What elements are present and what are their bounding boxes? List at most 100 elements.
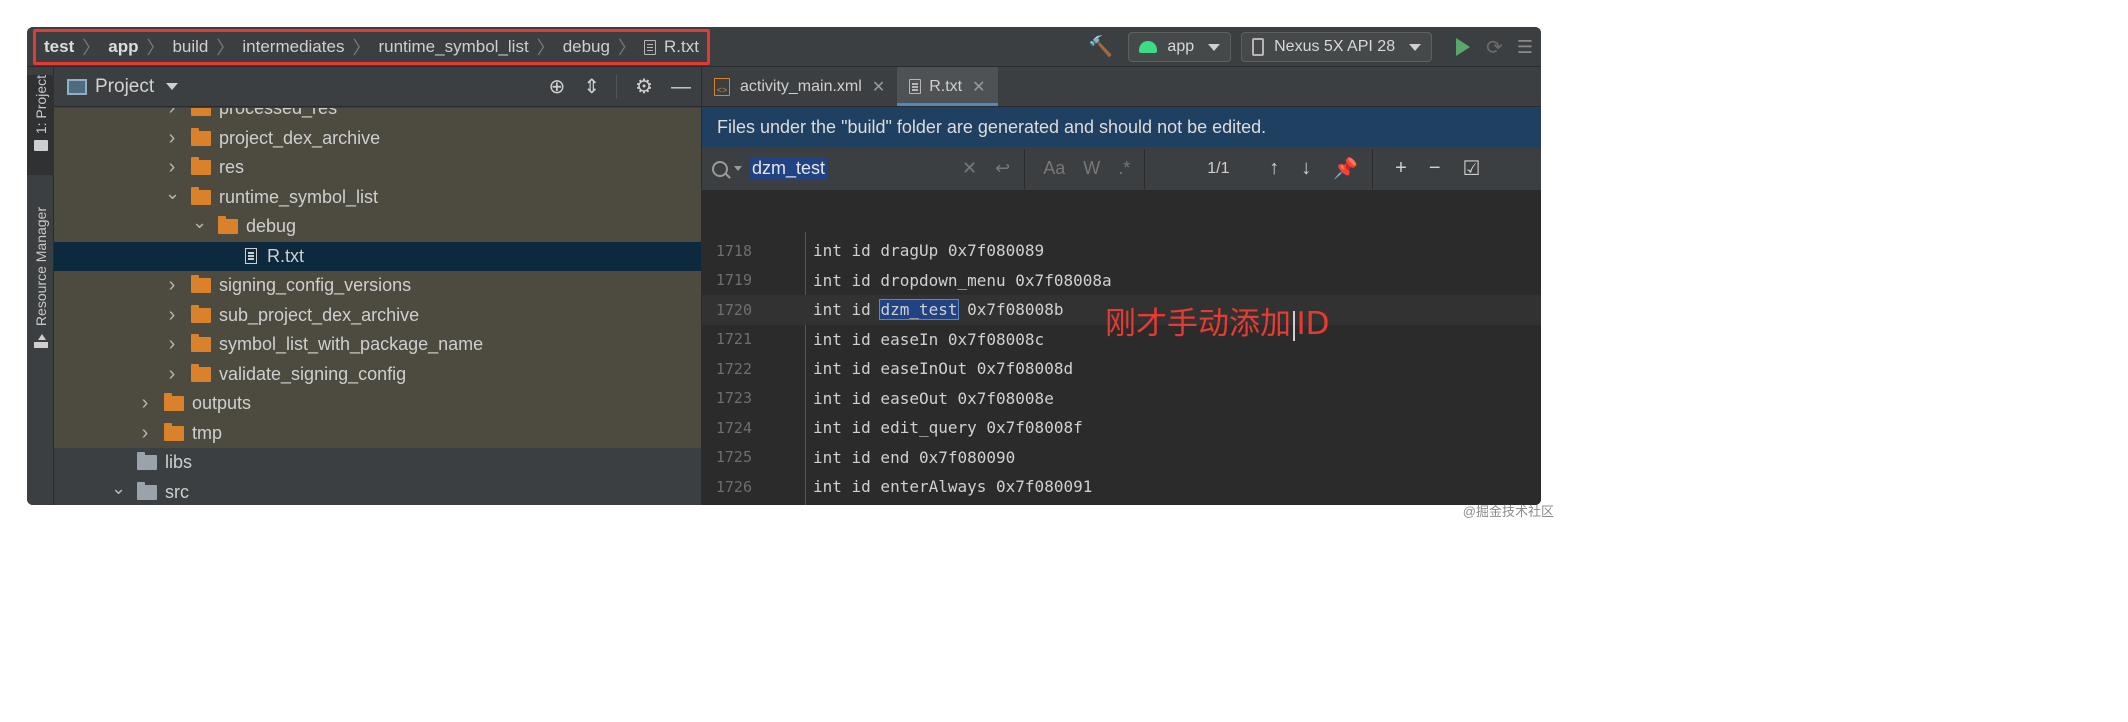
select-all-occurrences-icon[interactable]: ☑ — [1463, 156, 1481, 181]
add-occurrence-icon[interactable]: + — [1395, 157, 1407, 180]
breadcrumb-label: test — [44, 37, 75, 56]
regex-icon[interactable]: .* — [1118, 158, 1130, 179]
folder-icon — [191, 334, 211, 353]
hide-icon[interactable]: — — [671, 77, 691, 97]
breadcrumb-item[interactable]: test — [44, 37, 74, 57]
code-editor[interactable]: 1718 int id dragUp 0x7f080089 1719 int id d… — [702, 232, 1541, 505]
tree-item-label: runtime_symbol_list — [219, 186, 379, 207]
project-panel-title[interactable]: Project — [95, 76, 154, 98]
project-panel-header: Project ⊕ ⇕ ⚙ — — [54, 67, 701, 107]
rerun-icon[interactable]: ⟳ — [1486, 35, 1503, 60]
chevron-down-icon[interactable]: ⌄ — [111, 478, 126, 499]
tree-item[interactable]: › res — [54, 153, 701, 183]
whole-words-icon[interactable]: W — [1083, 158, 1100, 179]
chevron-right-icon[interactable]: › — [165, 333, 179, 356]
code-line[interactable]: 1724 int id edit_query 0x7f08008f — [702, 413, 1541, 443]
breadcrumb-item[interactable]: R.txt — [643, 37, 699, 57]
breadcrumb: test 〉 app 〉 build 〉 intermediates 〉 runtime_sym… — [33, 29, 710, 65]
code-line[interactable]: 1723 int id easeOut 0x7f08008e — [702, 384, 1541, 414]
more-icon[interactable]: ☰ — [1517, 37, 1533, 58]
chevron-down-icon[interactable]: ⌄ — [192, 212, 207, 233]
code-line[interactable]: 1719 int id dropdown_menu 0x7f08008a — [702, 266, 1541, 296]
resource-manager-tab[interactable]: Resource Manager — [27, 207, 54, 407]
banner-text: Files under the "build" folder are gener… — [717, 116, 1267, 137]
chevron-right-icon[interactable]: › — [165, 156, 179, 179]
xml-file-icon: <> — [714, 77, 730, 96]
breadcrumb-item[interactable]: debug — [563, 37, 610, 57]
breadcrumb-label: build — [172, 37, 209, 56]
new-line-icon[interactable]: ↩ — [995, 158, 1010, 179]
code-line[interactable]: 1725 int id end 0x7f080090 — [702, 443, 1541, 473]
arrow-up-icon[interactable]: ↑ — [1269, 157, 1279, 180]
chevron-right-icon[interactable]: › — [138, 422, 152, 445]
match-count: 1/1 — [1207, 159, 1230, 177]
tree-item[interactable]: › sub_project_dex_archive — [54, 301, 701, 331]
tree-item[interactable]: › outputs — [54, 389, 701, 419]
close-icon[interactable]: ✕ — [972, 77, 985, 97]
tree-item-label: tmp — [192, 422, 223, 443]
breadcrumb-item[interactable]: build — [172, 37, 208, 57]
tree-item-label: processed_res — [219, 108, 338, 119]
code-line[interactable]: 1726 int id enterAlways 0x7f080091 — [702, 472, 1541, 502]
tool-window-strip: 1: Project Resource Manager — [27, 67, 54, 505]
chevron-down-icon[interactable] — [734, 166, 742, 171]
code-line[interactable]: 1718 int id dragUp 0x7f080089 — [702, 236, 1541, 266]
chevron-right-icon[interactable]: › — [165, 127, 179, 150]
code-text: int id easeIn 0x7f08008c — [813, 330, 1044, 349]
generated-files-banner: Files under the "build" folder are gener… — [702, 107, 1541, 147]
tree-item[interactable]: libs — [54, 448, 701, 478]
close-icon[interactable]: ✕ — [872, 77, 885, 97]
breadcrumb-item[interactable]: runtime_symbol_list — [378, 37, 528, 57]
breadcrumb-item[interactable]: intermediates — [242, 37, 344, 57]
clear-search-icon[interactable]: ✕ — [962, 158, 977, 179]
tree-item[interactable]: ⌄ debug — [54, 212, 701, 242]
breadcrumb-item[interactable]: app — [108, 37, 138, 57]
pin-icon[interactable]: 📌 — [1333, 156, 1358, 181]
annotation-text-after: ID — [1296, 306, 1330, 342]
code-line[interactable]: 1727int id enterAlwaysCollapsed 0x7f0800… — [702, 502, 1541, 506]
chevron-right-icon: 〉 — [146, 38, 165, 58]
tree-item[interactable]: › signing_config_versions — [54, 271, 701, 301]
chevron-right-icon[interactable]: › — [165, 108, 179, 120]
tree-item[interactable]: ⌄ runtime_symbol_list — [54, 183, 701, 213]
search-icon[interactable] — [712, 160, 728, 177]
editor-tab[interactable]: R.txt ✕ — [897, 67, 998, 106]
tree-item[interactable]: R.txt — [54, 241, 701, 271]
tree-item-label: symbol_list_with_package_name — [219, 334, 484, 355]
chevron-down-icon[interactable] — [166, 83, 179, 90]
tree-item[interactable]: › processed_res — [54, 108, 701, 124]
resource-manager-icon — [33, 334, 48, 349]
tree-item[interactable]: › validate_signing_config — [54, 360, 701, 390]
search-match: dzm_test — [879, 299, 959, 321]
chevron-right-icon[interactable]: › — [165, 274, 179, 297]
arrow-down-icon[interactable]: ↓ — [1301, 157, 1311, 180]
project-view-icon — [67, 78, 87, 95]
android-icon — [1139, 41, 1158, 53]
tree-item-label: R.txt — [267, 245, 305, 266]
run-icon[interactable] — [1456, 38, 1471, 56]
hammer-icon[interactable]: 🔨 — [1088, 36, 1113, 58]
tree-item[interactable]: › project_dex_archive — [54, 124, 701, 154]
chevron-right-icon[interactable]: › — [165, 304, 179, 327]
tree-item[interactable]: › symbol_list_with_package_name — [54, 330, 701, 360]
chevron-right-icon[interactable]: › — [138, 392, 152, 415]
locate-icon[interactable]: ⊕ — [549, 77, 566, 97]
search-input[interactable]: dzm_test — [750, 156, 950, 182]
collapse-all-icon[interactable]: ⇕ — [583, 77, 600, 97]
tree-item-label: project_dex_archive — [219, 127, 381, 148]
gear-icon[interactable]: ⚙ — [635, 77, 653, 97]
device-select[interactable]: Nexus 5X API 28 — [1241, 32, 1433, 62]
remove-occurrence-icon[interactable]: − — [1429, 157, 1441, 180]
run-config-select[interactable]: app — [1128, 32, 1232, 62]
tree-item[interactable]: ⌄ src — [54, 477, 701, 505]
code-line[interactable]: 1722 int id easeInOut 0x7f08008d — [702, 354, 1541, 384]
project-tool-tab[interactable]: 1: Project — [27, 75, 54, 175]
project-tool-tab-label: 1: Project — [32, 75, 49, 135]
chevron-down-icon[interactable]: ⌄ — [165, 183, 180, 204]
chevron-right-icon: 〉 — [82, 38, 101, 58]
tree-item[interactable]: › tmp — [54, 419, 701, 449]
editor-tab[interactable]: <> activity_main.xml ✕ — [702, 67, 897, 106]
match-case-icon[interactable]: Aa — [1043, 158, 1065, 179]
code-segment: int id easeInOut 0x7f08008d — [813, 359, 1074, 379]
chevron-right-icon[interactable]: › — [165, 363, 179, 386]
